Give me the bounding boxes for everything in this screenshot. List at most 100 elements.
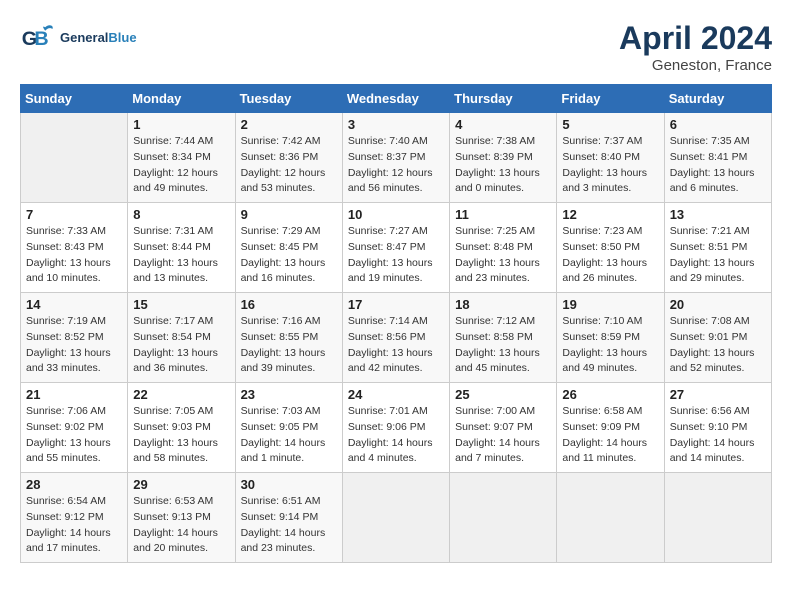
day-info: Sunrise: 6:53 AM Sunset: 9:13 PM Dayligh…	[133, 494, 229, 557]
calendar-day-cell: 9 Sunrise: 7:29 AM Sunset: 8:45 PM Daylig…	[235, 203, 342, 293]
day-number: 3	[348, 117, 444, 132]
day-number: 23	[241, 387, 337, 402]
calendar-day-cell	[21, 113, 128, 203]
calendar-day-cell	[450, 473, 557, 563]
day-info: Sunrise: 7:17 AM Sunset: 8:54 PM Dayligh…	[133, 314, 229, 377]
calendar-day-cell: 22 Sunrise: 7:05 AM Sunset: 9:03 PM Dayli…	[128, 383, 235, 473]
day-number: 12	[562, 207, 658, 222]
calendar-day-cell: 25Sunrise: 7:00 AM Sunset: 9:07 PM Dayli…	[450, 383, 557, 473]
calendar-day-cell: 20Sunrise: 7:08 AM Sunset: 9:01 PM Dayli…	[664, 293, 771, 383]
day-info: Sunrise: 7:29 AM Sunset: 8:45 PM Dayligh…	[241, 224, 337, 287]
day-of-week-header: Thursday	[450, 85, 557, 113]
day-info: Sunrise: 7:44 AM Sunset: 8:34 PM Dayligh…	[133, 134, 229, 197]
day-number: 17	[348, 297, 444, 312]
day-number: 28	[26, 477, 122, 492]
day-info: Sunrise: 7:33 AM Sunset: 8:43 PM Dayligh…	[26, 224, 122, 287]
day-number: 18	[455, 297, 551, 312]
day-of-week-header: Monday	[128, 85, 235, 113]
logo-icon: G B	[20, 20, 56, 56]
calendar-day-cell: 17 Sunrise: 7:14 AM Sunset: 8:56 PM Dayli…	[342, 293, 449, 383]
day-number: 7	[26, 207, 122, 222]
calendar-day-cell: 8 Sunrise: 7:31 AM Sunset: 8:44 PM Daylig…	[128, 203, 235, 293]
calendar-day-cell: 16Sunrise: 7:16 AM Sunset: 8:55 PM Dayli…	[235, 293, 342, 383]
logo-general: General	[60, 30, 108, 45]
calendar-week-row: 21Sunrise: 7:06 AM Sunset: 9:02 PM Dayli…	[21, 383, 772, 473]
location-subtitle: Geneston, France	[619, 57, 772, 74]
calendar-day-cell: 23 Sunrise: 7:03 AM Sunset: 9:05 PM Dayli…	[235, 383, 342, 473]
day-number: 2	[241, 117, 337, 132]
day-info: Sunrise: 7:25 AM Sunset: 8:48 PM Dayligh…	[455, 224, 551, 287]
day-number: 1	[133, 117, 229, 132]
day-info: Sunrise: 7:21 AM Sunset: 8:51 PM Dayligh…	[670, 224, 766, 287]
calendar-week-row: 1 Sunrise: 7:44 AM Sunset: 8:34 PM Daylig…	[21, 113, 772, 203]
svg-text:B: B	[34, 28, 48, 50]
day-of-week-header: Sunday	[21, 85, 128, 113]
day-info: Sunrise: 7:40 AM Sunset: 8:37 PM Dayligh…	[348, 134, 444, 197]
calendar-day-cell	[664, 473, 771, 563]
day-number: 4	[455, 117, 551, 132]
day-of-week-header: Saturday	[664, 85, 771, 113]
day-info: Sunrise: 7:19 AM Sunset: 8:52 PM Dayligh…	[26, 314, 122, 377]
day-number: 21	[26, 387, 122, 402]
day-info: Sunrise: 6:56 AM Sunset: 9:10 PM Dayligh…	[670, 404, 766, 467]
day-of-week-header: Wednesday	[342, 85, 449, 113]
day-info: Sunrise: 7:14 AM Sunset: 8:56 PM Dayligh…	[348, 314, 444, 377]
calendar-day-cell: 29Sunrise: 6:53 AM Sunset: 9:13 PM Dayli…	[128, 473, 235, 563]
title-block: April 2024 Geneston, France	[619, 20, 772, 74]
calendar-day-cell: 2 Sunrise: 7:42 AM Sunset: 8:36 PM Daylig…	[235, 113, 342, 203]
month-title: April 2024	[619, 20, 772, 57]
day-info: Sunrise: 7:05 AM Sunset: 9:03 PM Dayligh…	[133, 404, 229, 467]
calendar-day-cell: 6 Sunrise: 7:35 AM Sunset: 8:41 PM Daylig…	[664, 113, 771, 203]
calendar-day-cell: 12 Sunrise: 7:23 AM Sunset: 8:50 PM Dayli…	[557, 203, 664, 293]
day-of-week-header: Friday	[557, 85, 664, 113]
calendar-day-cell: 4 Sunrise: 7:38 AM Sunset: 8:39 PM Daylig…	[450, 113, 557, 203]
day-number: 6	[670, 117, 766, 132]
day-info: Sunrise: 6:58 AM Sunset: 9:09 PM Dayligh…	[562, 404, 658, 467]
day-of-week-header: Tuesday	[235, 85, 342, 113]
day-info: Sunrise: 7:10 AM Sunset: 8:59 PM Dayligh…	[562, 314, 658, 377]
day-info: Sunrise: 7:35 AM Sunset: 8:41 PM Dayligh…	[670, 134, 766, 197]
day-info: Sunrise: 7:37 AM Sunset: 8:40 PM Dayligh…	[562, 134, 658, 197]
calendar-week-row: 14Sunrise: 7:19 AM Sunset: 8:52 PM Dayli…	[21, 293, 772, 383]
day-number: 27	[670, 387, 766, 402]
day-info: Sunrise: 7:01 AM Sunset: 9:06 PM Dayligh…	[348, 404, 444, 467]
day-number: 5	[562, 117, 658, 132]
calendar-day-cell: 21Sunrise: 7:06 AM Sunset: 9:02 PM Dayli…	[21, 383, 128, 473]
calendar-day-cell: 15 Sunrise: 7:17 AM Sunset: 8:54 PM Dayli…	[128, 293, 235, 383]
day-number: 9	[241, 207, 337, 222]
day-info: Sunrise: 6:51 AM Sunset: 9:14 PM Dayligh…	[241, 494, 337, 557]
calendar-day-cell	[557, 473, 664, 563]
day-number: 20	[670, 297, 766, 312]
calendar-header-row: SundayMondayTuesdayWednesdayThursdayFrid…	[21, 85, 772, 113]
calendar-day-cell: 13Sunrise: 7:21 AM Sunset: 8:51 PM Dayli…	[664, 203, 771, 293]
day-info: Sunrise: 7:23 AM Sunset: 8:50 PM Dayligh…	[562, 224, 658, 287]
day-info: Sunrise: 7:16 AM Sunset: 8:55 PM Dayligh…	[241, 314, 337, 377]
calendar-day-cell: 28 Sunrise: 6:54 AM Sunset: 9:12 PM Dayli…	[21, 473, 128, 563]
day-number: 25	[455, 387, 551, 402]
day-info: Sunrise: 7:31 AM Sunset: 8:44 PM Dayligh…	[133, 224, 229, 287]
calendar-day-cell: 19Sunrise: 7:10 AM Sunset: 8:59 PM Dayli…	[557, 293, 664, 383]
calendar-day-cell: 26 Sunrise: 6:58 AM Sunset: 9:09 PM Dayli…	[557, 383, 664, 473]
calendar-day-cell: 27 Sunrise: 6:56 AM Sunset: 9:10 PM Dayli…	[664, 383, 771, 473]
day-info: Sunrise: 7:38 AM Sunset: 8:39 PM Dayligh…	[455, 134, 551, 197]
calendar-day-cell: 24Sunrise: 7:01 AM Sunset: 9:06 PM Dayli…	[342, 383, 449, 473]
calendar-table: SundayMondayTuesdayWednesdayThursdayFrid…	[20, 84, 772, 563]
page-header: G B GeneralBlue April 2024 Geneston, Fra…	[20, 20, 772, 74]
calendar-day-cell: 30Sunrise: 6:51 AM Sunset: 9:14 PM Dayli…	[235, 473, 342, 563]
day-number: 15	[133, 297, 229, 312]
day-info: Sunrise: 6:54 AM Sunset: 9:12 PM Dayligh…	[26, 494, 122, 557]
calendar-week-row: 7 Sunrise: 7:33 AM Sunset: 8:43 PM Daylig…	[21, 203, 772, 293]
calendar-day-cell: 11 Sunrise: 7:25 AM Sunset: 8:48 PM Dayli…	[450, 203, 557, 293]
calendar-week-row: 28 Sunrise: 6:54 AM Sunset: 9:12 PM Dayli…	[21, 473, 772, 563]
calendar-day-cell: 5 Sunrise: 7:37 AM Sunset: 8:40 PM Daylig…	[557, 113, 664, 203]
day-number: 26	[562, 387, 658, 402]
day-number: 8	[133, 207, 229, 222]
calendar-day-cell: 3 Sunrise: 7:40 AM Sunset: 8:37 PM Daylig…	[342, 113, 449, 203]
calendar-day-cell: 14Sunrise: 7:19 AM Sunset: 8:52 PM Dayli…	[21, 293, 128, 383]
calendar-day-cell: 18 Sunrise: 7:12 AM Sunset: 8:58 PM Dayli…	[450, 293, 557, 383]
day-number: 22	[133, 387, 229, 402]
day-info: Sunrise: 7:42 AM Sunset: 8:36 PM Dayligh…	[241, 134, 337, 197]
day-info: Sunrise: 7:03 AM Sunset: 9:05 PM Dayligh…	[241, 404, 337, 467]
day-info: Sunrise: 7:12 AM Sunset: 8:58 PM Dayligh…	[455, 314, 551, 377]
day-number: 11	[455, 207, 551, 222]
